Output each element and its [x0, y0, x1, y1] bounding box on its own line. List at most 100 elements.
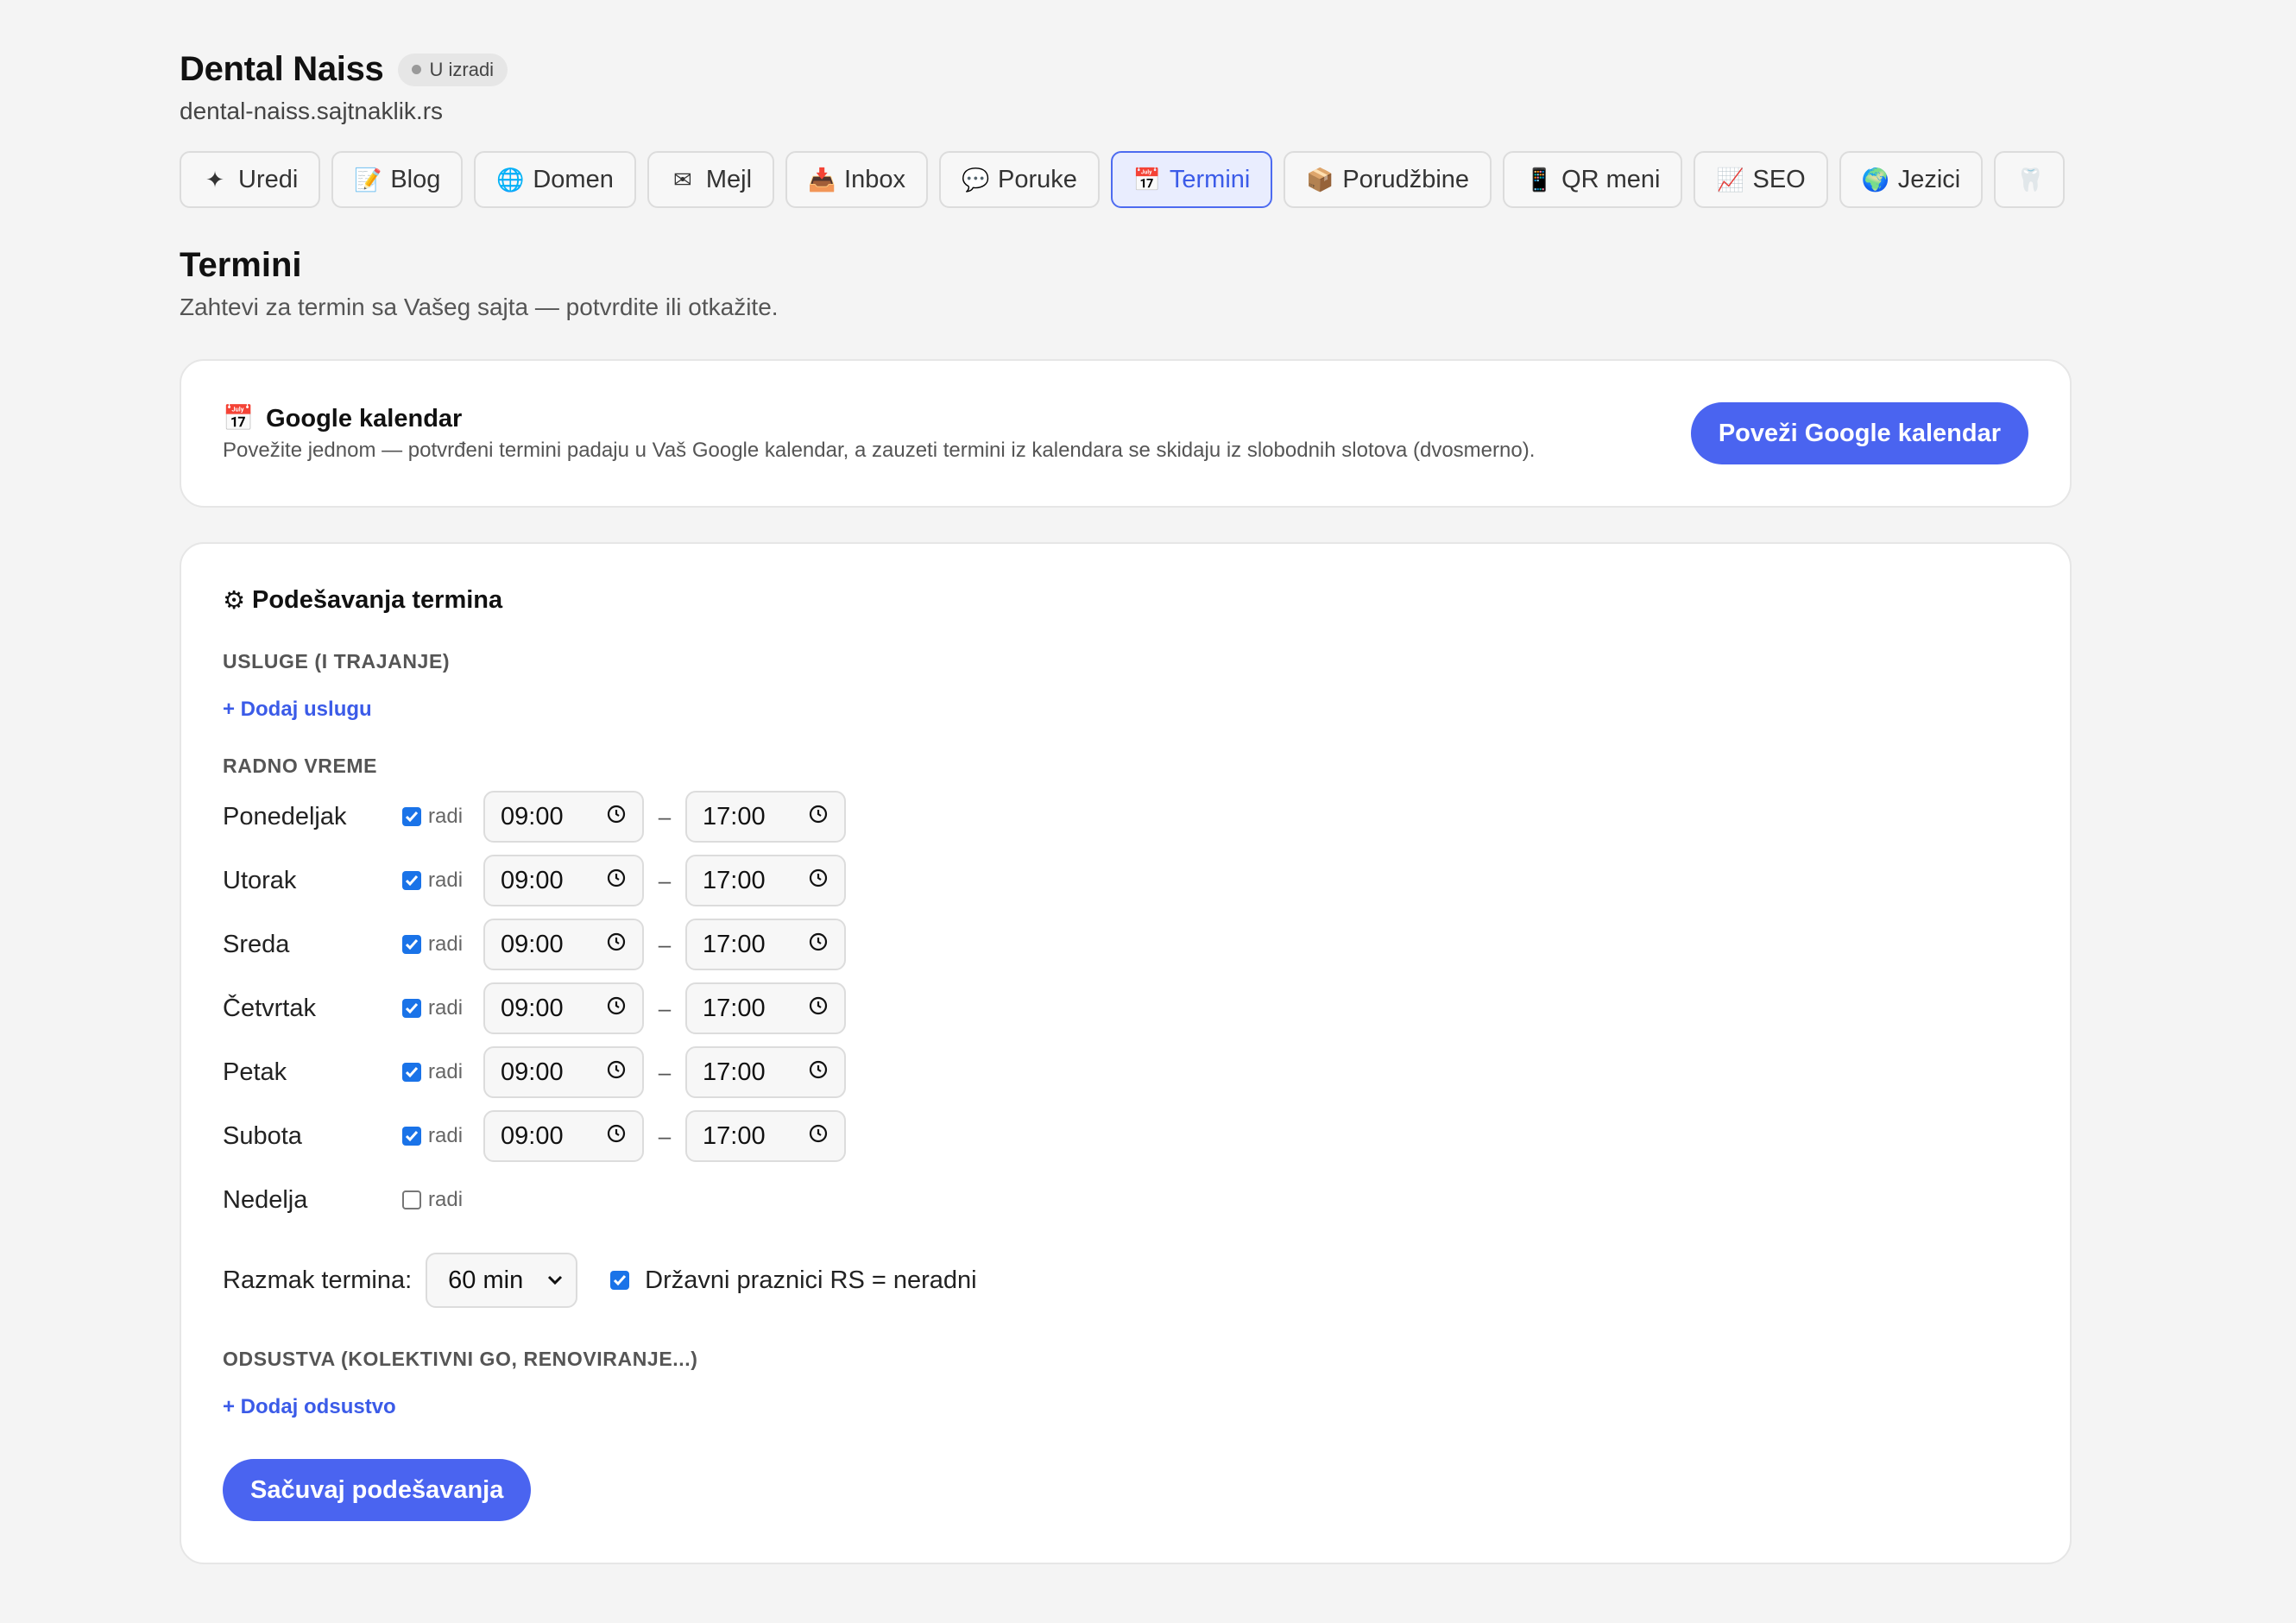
holidays-label: Državni praznici RS = neradni	[645, 1266, 977, 1294]
tab-termini[interactable]: 📅 Termini	[1110, 151, 1273, 208]
working-day-row: Petak radi 09:00 – 17:00	[223, 1045, 2028, 1099]
interval-label: Razmak termina:	[223, 1266, 413, 1294]
works-checkbox[interactable]: radi	[402, 1124, 483, 1148]
time-separator: –	[658, 1122, 672, 1149]
site-header: Dental Naiss U izradi	[180, 50, 2070, 89]
checkbox-checked-icon[interactable]	[402, 807, 421, 826]
tab-seo[interactable]: 📈 SEO	[1694, 151, 1828, 208]
gear-icon: ⚙	[223, 587, 245, 615]
time-to-value: 17:00	[703, 866, 766, 894]
status-dot-icon	[411, 65, 421, 74]
page-subtitle: Zahtevi za termin sa Vašeg sajta — potvr…	[180, 294, 779, 320]
interval-select[interactable]: 60 min	[426, 1253, 578, 1308]
day-name: Nedelja	[223, 1185, 308, 1214]
tab-label: QR meni	[1561, 165, 1661, 193]
time-to-input[interactable]: 17:00	[685, 791, 846, 843]
time-to-value: 17:00	[703, 1058, 766, 1086]
time-to-input[interactable]: 17:00	[685, 855, 846, 906]
dashboard: Dental Naiss U izradi dental-naiss.sajtn…	[180, 0, 2072, 1564]
time-from-value: 09:00	[501, 994, 564, 1022]
works-checkbox[interactable]: radi	[402, 1060, 483, 1084]
tooth-icon: 🦷	[2016, 166, 2045, 193]
add-service-link[interactable]: + Dodaj uslugu	[223, 698, 2028, 722]
page-title: Termini	[180, 246, 302, 284]
site-url: dental-naiss.sajtnaklik.rs	[180, 98, 444, 124]
add-absence-link[interactable]: + Dodaj odsustvo	[223, 1395, 2028, 1419]
chart-up-icon: 📈	[1716, 166, 1744, 193]
time-from-input[interactable]: 09:00	[483, 982, 644, 1034]
works-label: radi	[428, 932, 464, 956]
calendar-icon: 📅	[1132, 166, 1162, 193]
connect-google-calendar-button[interactable]: Poveži Google kalendar	[1690, 402, 2028, 464]
works-checkbox[interactable]: radi	[402, 868, 483, 893]
time-from-input[interactable]: 09:00	[483, 855, 644, 906]
tab-uredi[interactable]: ✦ Uredi	[180, 151, 321, 208]
working-hours-list: Ponedeljak radi 09:00 – 17:00 Utorak radi 09:00…	[223, 790, 2028, 1227]
clock-icon	[606, 995, 627, 1023]
tab-mejl[interactable]: ✉ Mejl	[647, 151, 775, 208]
time-separator: –	[658, 1058, 672, 1085]
day-name: Sreda	[223, 930, 290, 958]
works-checkbox[interactable]: radi	[402, 932, 483, 957]
clock-icon	[808, 1122, 829, 1151]
working-day-row: Subota radi 09:00 – 17:00	[223, 1109, 2028, 1163]
checkbox-checked-icon[interactable]	[402, 1063, 421, 1082]
time-from-value: 09:00	[501, 802, 564, 830]
holidays-checkbox[interactable]: Državni praznici RS = neradni	[610, 1266, 977, 1295]
tab-porudžbine[interactable]: 📦 Porudžbine	[1284, 151, 1492, 208]
envelope-icon: ✉	[672, 166, 692, 193]
google-calendar-description: Povežite jednom — potvrđeni termini pada…	[223, 439, 1536, 462]
tab-more[interactable]: 🦷	[1994, 151, 2066, 208]
day-name: Ponedeljak	[223, 802, 347, 830]
time-separator: –	[658, 931, 672, 957]
time-from-input[interactable]: 09:00	[483, 791, 644, 843]
time-to-input[interactable]: 17:00	[685, 919, 846, 970]
time-from-value: 09:00	[501, 930, 564, 958]
time-to-value: 17:00	[703, 930, 766, 958]
save-settings-button[interactable]: Sačuvaj podešavanja	[223, 1459, 532, 1521]
tab-label: Mejl	[705, 165, 753, 193]
time-to-input[interactable]: 17:00	[685, 1046, 846, 1098]
tab-jezici[interactable]: 🌍 Jezici	[1839, 151, 1984, 208]
time-to-input[interactable]: 17:00	[685, 982, 846, 1034]
earth-icon: 🌍	[1861, 166, 1890, 193]
package-icon: 📦	[1306, 166, 1334, 193]
clock-icon	[808, 867, 829, 895]
tab-label: Jezici	[1897, 165, 1961, 193]
google-calendar-text: 📅 Google kalendar Povežite jednom — potv…	[223, 404, 1535, 463]
inbox-tray-icon: 📥	[808, 166, 836, 193]
works-label: radi	[428, 868, 464, 892]
clock-icon	[606, 1058, 627, 1087]
speech-bubble-icon: 💬	[961, 166, 990, 193]
clock-icon	[606, 867, 627, 895]
tab-domen[interactable]: 🌐 Domen	[474, 151, 636, 208]
tab-qr-meni[interactable]: 📱 QR meni	[1503, 151, 1683, 208]
google-calendar-title: Google kalendar	[266, 404, 463, 433]
settings-title-row: ⚙ Podešavanja termina	[223, 585, 2028, 616]
time-separator: –	[658, 803, 672, 830]
status-badge-label: U izradi	[429, 58, 495, 80]
time-from-input[interactable]: 09:00	[483, 1046, 644, 1098]
clock-icon	[808, 803, 829, 831]
works-checkbox[interactable]: radi	[402, 996, 483, 1020]
time-to-input[interactable]: 17:00	[685, 1110, 846, 1162]
time-from-input[interactable]: 09:00	[483, 1110, 644, 1162]
google-calendar-title-row: 📅 Google kalendar	[223, 404, 1535, 433]
chevron-down-icon	[548, 1275, 563, 1285]
google-calendar-card: 📅 Google kalendar Povežite jednom — potv…	[180, 359, 2072, 508]
works-checkbox[interactable]: radi	[402, 1188, 483, 1212]
checkbox-checked-icon[interactable]	[402, 1127, 421, 1146]
works-checkbox[interactable]: radi	[402, 805, 483, 829]
tab-poruke[interactable]: 💬 Poruke	[938, 151, 1100, 208]
checkbox-checked-icon[interactable]	[610, 1271, 630, 1290]
status-badge: U izradi	[397, 53, 508, 86]
working-day-row: Četvrtak radi 09:00 – 17:00	[223, 982, 2028, 1035]
tab-blog[interactable]: 📝 Blog	[331, 151, 464, 208]
time-to-value: 17:00	[703, 1121, 766, 1150]
checkbox-checked-icon[interactable]	[402, 871, 421, 890]
checkbox-empty-icon[interactable]	[402, 1190, 421, 1209]
checkbox-checked-icon[interactable]	[402, 999, 421, 1018]
time-from-input[interactable]: 09:00	[483, 919, 644, 970]
checkbox-checked-icon[interactable]	[402, 935, 421, 954]
tab-inbox[interactable]: 📥 Inbox	[785, 151, 928, 208]
